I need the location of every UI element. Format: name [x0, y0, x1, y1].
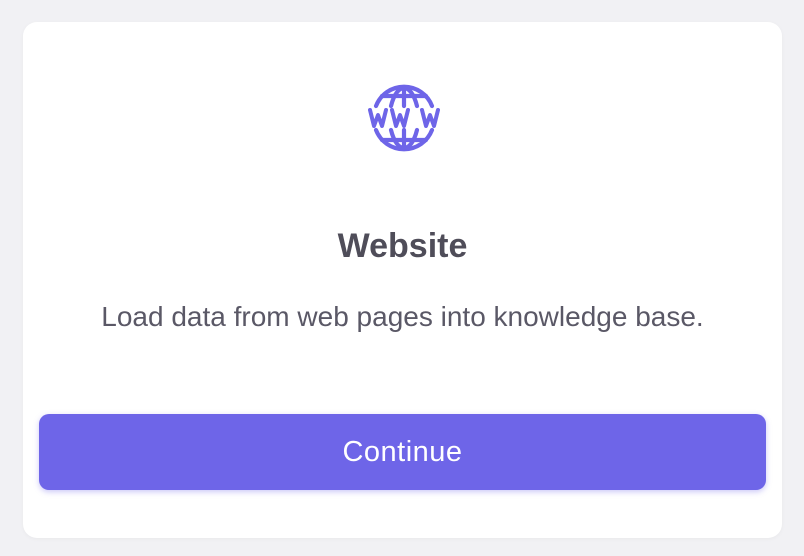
source-card: Website Load data from web pages into kn…	[23, 22, 782, 538]
www-globe-icon	[368, 82, 440, 154]
continue-button[interactable]: Continue	[39, 414, 766, 490]
card-title: Website	[337, 227, 468, 265]
card-description: Load data from web pages into knowledge …	[101, 301, 704, 332]
